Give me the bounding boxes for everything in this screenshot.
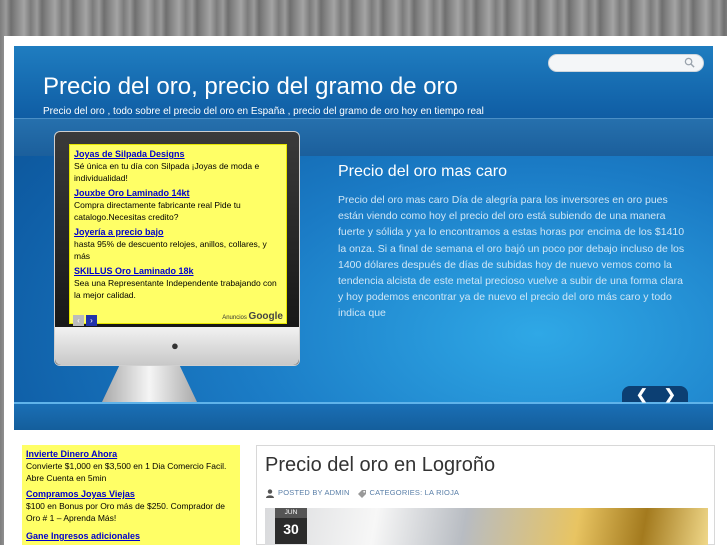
monitor-stand xyxy=(102,366,197,402)
slider-next-icon[interactable]: ❯ xyxy=(664,386,676,402)
ad-item: SKILLUS Oro Laminado 18k Sea una Represe… xyxy=(74,266,284,301)
user-icon xyxy=(266,488,274,498)
date-badge: JUN 30 xyxy=(275,508,307,544)
ad-link[interactable]: Joyas de Silpada Designs xyxy=(74,149,284,160)
ad-link[interactable]: Gane Ingresos adicionales xyxy=(26,531,238,542)
monitor-frame: Joyas de Silpada Designs Sé única en tu … xyxy=(54,131,300,366)
post-image: JUN 30 xyxy=(265,508,708,545)
slider-nav: ❮ ❯ xyxy=(622,386,688,402)
ad-link[interactable]: Compramos Joyas Viejas xyxy=(26,489,238,500)
post-meta: POSTED BY ADMIN CATEGORIES: LA RIOJA xyxy=(265,488,459,498)
date-month: JUN xyxy=(275,508,307,518)
ad-item: Invierte Dinero Ahora Convierte $1,000 e… xyxy=(26,449,238,484)
ad-prev-button[interactable]: ‹ xyxy=(73,315,84,326)
ad-text: Compra directamente fabricante real Pide… xyxy=(74,200,241,222)
ad-link[interactable]: Jouxbe Oro Laminado 14kt xyxy=(74,188,284,199)
search-input[interactable] xyxy=(548,54,704,72)
ad-text: $100 en Bonus por Oro más de $250. Compr… xyxy=(26,501,225,523)
ad-text: hasta 95% de descuento relojes, anillos,… xyxy=(74,239,267,261)
post-categories[interactable]: CATEGORIES: LA RIOJA xyxy=(370,488,460,497)
header-banner: Precio del oro, precio del gramo de oro … xyxy=(14,46,713,430)
post-card: Precio del oro en Logroño POSTED BY ADMI… xyxy=(256,445,715,545)
ad-text: Sea una Representante Independente traba… xyxy=(74,278,277,300)
posted-by[interactable]: POSTED BY ADMIN xyxy=(278,488,350,497)
page-container: Precio del oro, precio del gramo de oro … xyxy=(4,36,727,545)
ad-item: Gane Ingresos adicionales xyxy=(26,531,238,542)
sidebar-ad-block: Invierte Dinero Ahora Convierte $1,000 e… xyxy=(22,445,240,545)
slider-post-title[interactable]: Precio del oro mas caro xyxy=(338,163,507,181)
apple-logo-icon: ● xyxy=(171,338,179,353)
ad-next-button[interactable]: › xyxy=(86,315,97,326)
ad-link[interactable]: SKILLUS Oro Laminado 18k xyxy=(74,266,284,277)
ad-text: Sé única en tu día con Silpada ¡Joyas de… xyxy=(74,161,260,183)
date-day: 30 xyxy=(283,521,299,537)
tag-icon xyxy=(357,489,366,498)
ad-item: Compramos Joyas Viejas $100 en Bonus por… xyxy=(26,489,238,524)
ad-pager: ‹ › xyxy=(73,310,99,326)
ad-text: Convierte $1,000 en $3,500 en 1 Dia Come… xyxy=(26,461,227,483)
search-icon[interactable] xyxy=(684,57,695,68)
ad-badge-prefix: Anuncios xyxy=(222,315,247,321)
site-title[interactable]: Precio del oro, precio del gramo de oro xyxy=(43,73,458,101)
monitor-chin: ● xyxy=(55,327,299,365)
ads-by-google[interactable]: Anuncios Google xyxy=(222,311,283,322)
slider-post-excerpt: Precio del oro mas caro Día de alegría p… xyxy=(338,194,685,320)
ad-item: Joyería a precio bajo hasta 95% de descu… xyxy=(74,227,284,262)
site-description: Precio del oro , todo sobre el precio de… xyxy=(43,106,484,117)
slider-ad-block: Joyas de Silpada Designs Sé única en tu … xyxy=(69,144,287,326)
ad-link[interactable]: Invierte Dinero Ahora xyxy=(26,449,238,460)
ad-link[interactable]: Joyería a precio bajo xyxy=(74,227,284,238)
slider-prev-icon[interactable]: ❮ xyxy=(636,386,648,402)
banner-bottom xyxy=(14,402,713,430)
post-title[interactable]: Precio del oro en Logroño xyxy=(265,454,495,477)
ad-item: Jouxbe Oro Laminado 14kt Compra directam… xyxy=(74,188,284,223)
ad-badge-brand: Google xyxy=(248,311,283,322)
ad-item: Joyas de Silpada Designs Sé única en tu … xyxy=(74,149,284,184)
